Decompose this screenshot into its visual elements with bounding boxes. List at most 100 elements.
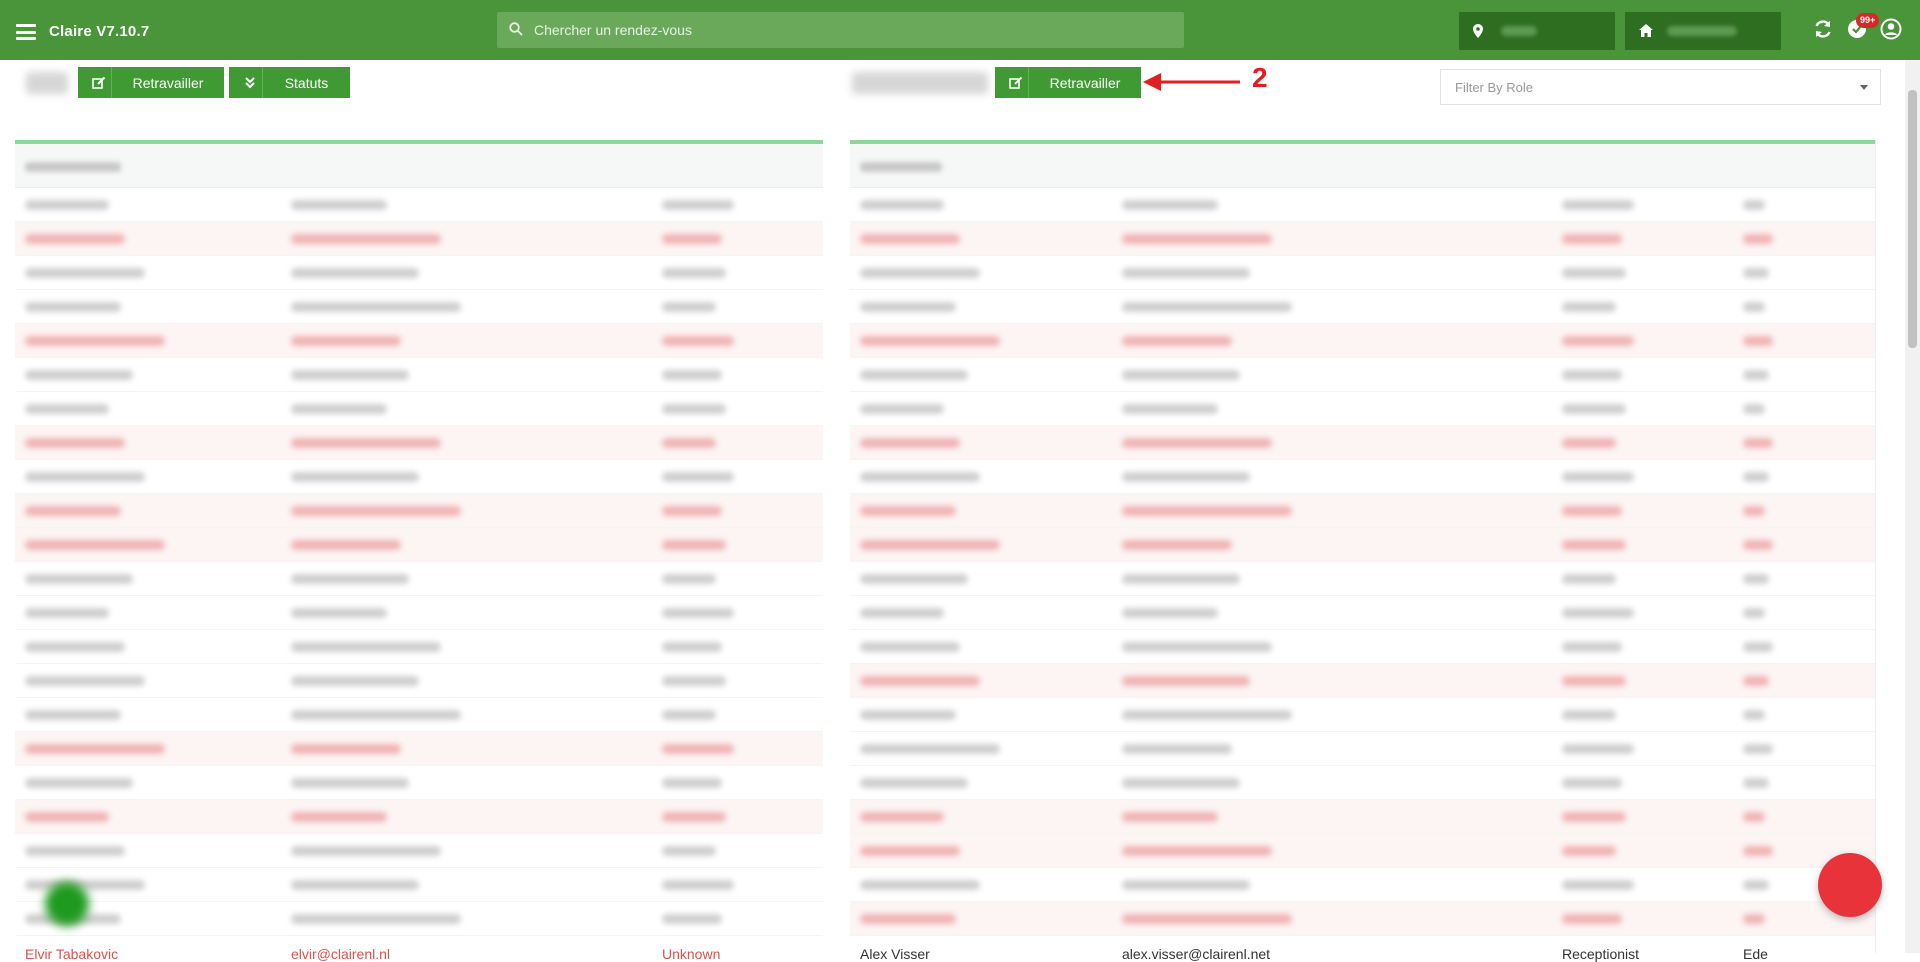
redacted-cell <box>860 472 980 482</box>
redacted-cell <box>291 812 387 822</box>
redacted-cell <box>1122 846 1272 856</box>
table-row[interactable] <box>15 324 823 358</box>
redacted-cell <box>1743 574 1769 584</box>
left-users-panel <box>15 140 823 953</box>
redacted-cell <box>662 710 716 720</box>
table-row[interactable] <box>850 460 1875 494</box>
redacted-cell <box>1562 676 1626 686</box>
table-row[interactable] <box>850 630 1875 664</box>
redacted-cell <box>860 880 980 890</box>
table-row[interactable] <box>15 800 823 834</box>
table-row[interactable] <box>15 358 823 392</box>
statuts-button[interactable]: Statuts <box>229 67 350 98</box>
right-retravailler-button[interactable]: Retravailler <box>995 67 1141 98</box>
redacted-cell <box>860 778 968 788</box>
location-selector[interactable] <box>1459 12 1615 50</box>
table-row[interactable] <box>15 766 823 800</box>
redacted-cell <box>662 506 722 516</box>
table-row[interactable] <box>15 562 823 596</box>
redacted-cell <box>1122 234 1272 244</box>
table-row[interactable] <box>15 868 823 902</box>
table-row[interactable] <box>15 256 823 290</box>
scrollbar-thumb[interactable] <box>1908 90 1917 348</box>
user-account-icon[interactable] <box>1880 18 1902 40</box>
redacted-cell <box>662 914 722 924</box>
table-row[interactable] <box>850 188 1875 222</box>
table-row[interactable] <box>15 732 823 766</box>
location-value <box>1501 26 1537 36</box>
floating-action-button[interactable] <box>1818 853 1882 917</box>
table-row[interactable] <box>850 256 1875 290</box>
table-row[interactable] <box>850 358 1875 392</box>
redacted-cell <box>860 642 960 652</box>
redacted-cell <box>1122 302 1292 312</box>
redacted-cell <box>25 676 145 686</box>
table-row[interactable] <box>15 460 823 494</box>
table-row[interactable] <box>850 392 1875 426</box>
redacted-cell <box>860 268 980 278</box>
filter-by-role-select[interactable]: Filter By Role <box>1440 69 1881 105</box>
table-row[interactable] <box>15 426 823 460</box>
table-row[interactable] <box>850 596 1875 630</box>
table-row[interactable] <box>15 290 823 324</box>
redacted-cell <box>291 200 387 210</box>
table-row[interactable] <box>850 868 1875 902</box>
table-row[interactable] <box>15 188 823 222</box>
table-row[interactable] <box>850 426 1875 460</box>
page-scrollbar[interactable] <box>1905 60 1920 953</box>
search-input[interactable] <box>497 12 1184 48</box>
table-row[interactable] <box>850 698 1875 732</box>
redacted-cell <box>662 234 722 244</box>
home-icon <box>1639 24 1653 37</box>
refresh-icon[interactable] <box>1812 18 1834 40</box>
left-bottom-row[interactable]: Elvir Tabakovic elvir@clairenl.nl Unknow… <box>15 942 823 962</box>
redacted-cell <box>1743 370 1769 380</box>
top-bar: Claire V7.10.7 99+ <box>0 0 1920 60</box>
table-row[interactable] <box>15 222 823 256</box>
redacted-cell <box>1743 506 1765 516</box>
redacted-cell <box>662 268 726 278</box>
table-row[interactable] <box>15 834 823 868</box>
table-row[interactable] <box>850 290 1875 324</box>
table-row[interactable] <box>850 766 1875 800</box>
redacted-cell <box>291 370 409 380</box>
home-selector[interactable] <box>1625 12 1781 50</box>
redacted-cell <box>291 642 441 652</box>
table-row[interactable] <box>850 528 1875 562</box>
redacted-cell <box>291 880 419 890</box>
menu-icon[interactable] <box>16 24 36 40</box>
redacted-cell <box>860 336 1000 346</box>
redacted-cell <box>1122 744 1232 754</box>
redacted-cell <box>662 778 722 788</box>
redacted-cell <box>1562 540 1626 550</box>
table-row[interactable] <box>15 392 823 426</box>
right-bottom-row[interactable]: Alex Visser alex.visser@clairenl.net Rec… <box>850 942 1875 962</box>
table-row[interactable] <box>850 664 1875 698</box>
redacted-cell <box>1122 540 1232 550</box>
table-row[interactable] <box>15 902 823 936</box>
table-row[interactable] <box>15 698 823 732</box>
redacted-cell <box>25 880 145 890</box>
table-row[interactable] <box>850 834 1875 868</box>
notification-badge: 99+ <box>1856 13 1880 28</box>
left-retravailler-button[interactable]: Retravailler <box>78 67 224 98</box>
search-bar[interactable] <box>497 12 1184 48</box>
redacted-cell <box>291 472 419 482</box>
statuts-label: Statuts <box>284 74 329 91</box>
table-row[interactable] <box>15 664 823 698</box>
panel-edge <box>1875 140 1895 953</box>
table-row[interactable] <box>15 528 823 562</box>
table-row[interactable] <box>850 494 1875 528</box>
table-row[interactable] <box>15 630 823 664</box>
table-row[interactable] <box>15 596 823 630</box>
right-retravailler-label: Retravailler <box>1049 74 1121 91</box>
table-row[interactable] <box>850 222 1875 256</box>
table-row[interactable] <box>850 732 1875 766</box>
table-row[interactable] <box>850 800 1875 834</box>
redacted-cell <box>1743 608 1765 618</box>
table-row[interactable] <box>850 324 1875 358</box>
redacted-cell <box>1743 778 1769 788</box>
table-row[interactable] <box>850 902 1875 936</box>
table-row[interactable] <box>15 494 823 528</box>
table-row[interactable] <box>850 562 1875 596</box>
